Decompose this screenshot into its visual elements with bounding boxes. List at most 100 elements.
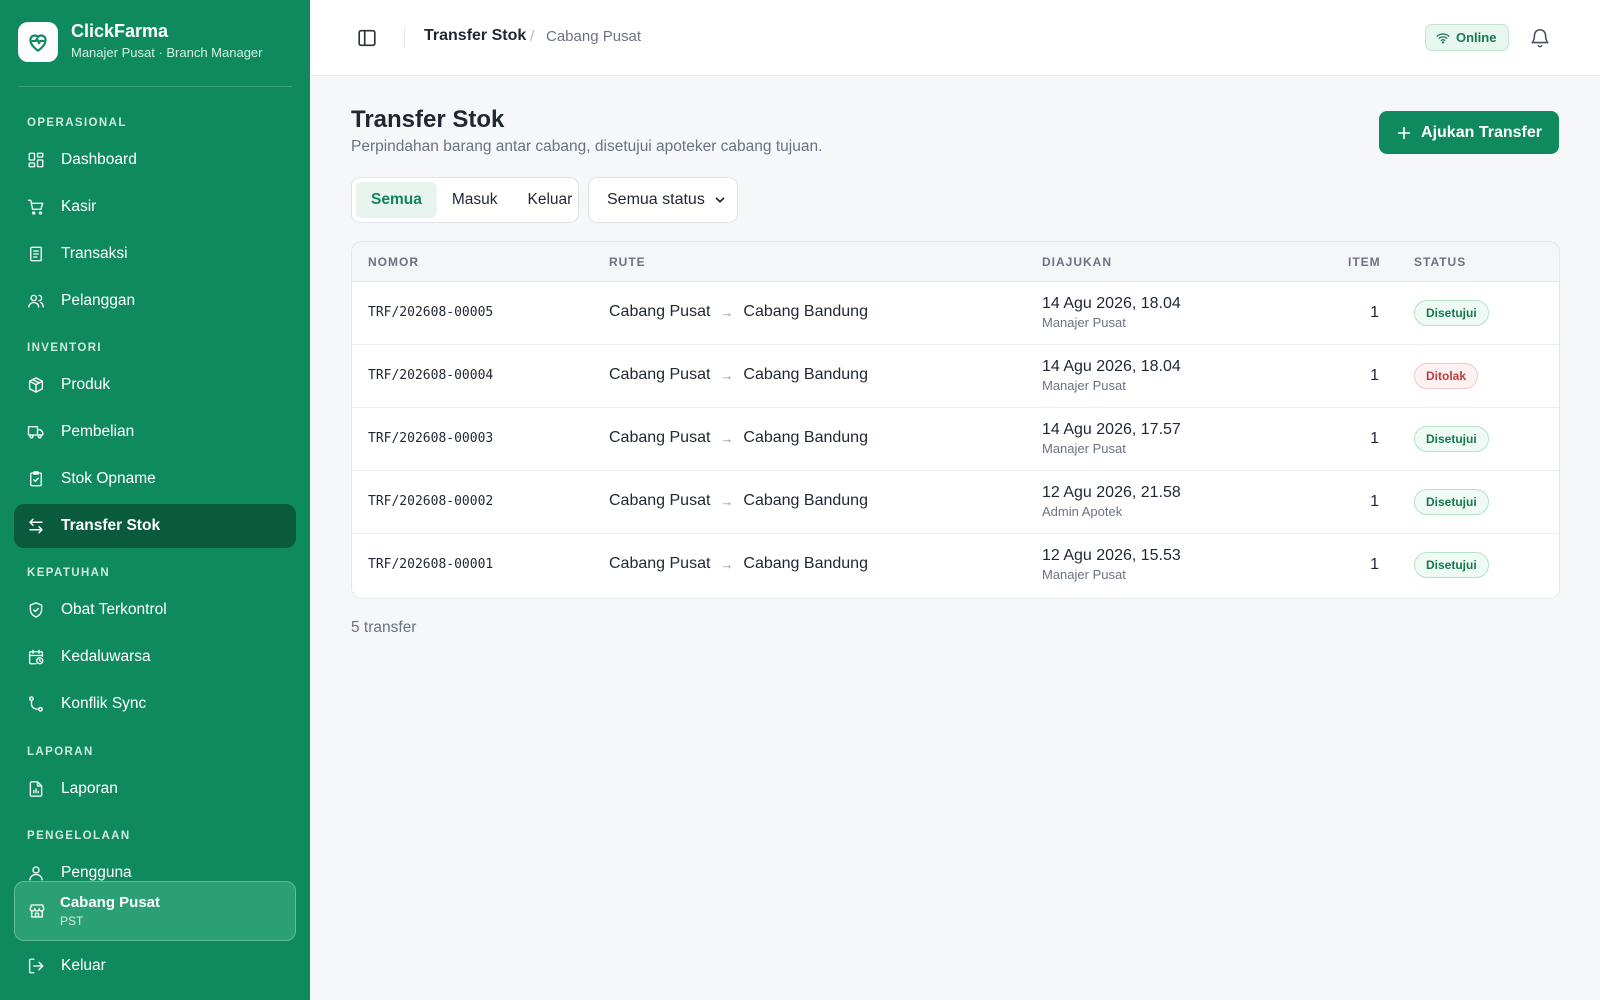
- divider: [404, 28, 405, 48]
- sidebar-item-label: Pelanggan: [61, 292, 136, 309]
- section-label-inventori: INVENTORI: [27, 342, 103, 354]
- table-row[interactable]: TRF/202608-00003 Cabang Pusat → Cabang Ban…: [352, 408, 1559, 471]
- plus-icon: [1397, 126, 1411, 139]
- sidebar-item-transfer-stok[interactable]: Transfer Stok: [14, 504, 296, 548]
- item-count: 1: [1370, 556, 1379, 573]
- transfer-route: Cabang Pusat → Cabang Bandung: [609, 429, 868, 447]
- arrow-right-icon: →: [720, 493, 734, 509]
- submitted-date: 14 Agu 2026, 18.04: [1042, 295, 1181, 312]
- transfer-submitted: 14 Agu 2026, 18.04 Manajer Pusat: [1042, 357, 1181, 395]
- sidebar-item-label: Kedaluwarsa: [61, 648, 151, 665]
- git-branch-icon: [29, 696, 43, 712]
- package-icon: [28, 377, 44, 393]
- transfer-number: TRF/202608-00003: [368, 431, 494, 446]
- breadcrumb-branch: Cabang Pusat: [546, 28, 642, 45]
- arrow-right-icon: →: [720, 367, 734, 383]
- table-row[interactable]: TRF/202608-00001 Cabang Pusat → Cabang Ban…: [352, 534, 1559, 597]
- item-count: 1: [1370, 493, 1379, 510]
- bell-icon: [1531, 29, 1549, 48]
- column-header-diajukan: DIAJUKAN: [1042, 255, 1113, 269]
- section-label-pengelolaan: PENGELOLAAN: [27, 830, 131, 842]
- result-count: 5 transfer: [351, 619, 417, 636]
- sidebar-item-laporan[interactable]: Laporan: [14, 767, 296, 811]
- panel-left-icon: [358, 29, 376, 47]
- sidebar-item-pembelian[interactable]: Pembelian: [14, 410, 296, 454]
- tab-masuk[interactable]: Masuk: [437, 182, 513, 218]
- sidebar-item-konflik-sync[interactable]: Konflik Sync: [14, 682, 296, 726]
- truck-icon: [27, 426, 44, 439]
- page-description: Perpindahan barang antar cabang, disetuj…: [351, 138, 823, 155]
- cart-icon: [27, 199, 44, 215]
- sidebar-item-stok-opname[interactable]: Stok Opname: [14, 457, 296, 501]
- status-filter-select[interactable]: Semua status: [588, 177, 738, 223]
- status-badge: Disetujui: [1414, 489, 1489, 515]
- chevron-down-icon: [715, 197, 725, 203]
- route-from: Cabang Pusat: [609, 555, 711, 572]
- transfer-route: Cabang Pusat → Cabang Bandung: [609, 303, 868, 321]
- status-badge: Disetujui: [1414, 552, 1489, 578]
- sidebar: ClickFarma Manajer Pusat · Branch Manage…: [0, 0, 310, 1000]
- sidebar-item-label: Konflik Sync: [61, 695, 147, 712]
- transfer-icon: [29, 518, 43, 534]
- table-row[interactable]: TRF/202608-00002 Cabang Pusat → Cabang Ban…: [352, 471, 1559, 534]
- sidebar-item-label: Kasir: [61, 198, 97, 215]
- route-from: Cabang Pusat: [609, 429, 711, 446]
- brand-name: ClickFarma: [71, 21, 169, 41]
- brand-subtitle: Manajer Pusat · Branch Manager: [71, 45, 263, 60]
- route-from: Cabang Pusat: [609, 492, 711, 509]
- transfer-route: Cabang Pusat → Cabang Bandung: [609, 366, 868, 384]
- route-from: Cabang Pusat: [609, 303, 711, 320]
- sidebar-item-label: Transfer Stok: [61, 517, 161, 534]
- sidebar-item-pelanggan[interactable]: Pelanggan: [14, 279, 296, 323]
- transfer-table: NOMOR RUTE DIAJUKAN ITEM STATUS TRF/2026…: [351, 241, 1560, 599]
- sidebar-toggle-button[interactable]: [356, 27, 378, 49]
- column-header-status: STATUS: [1414, 255, 1467, 269]
- transfer-route: Cabang Pusat → Cabang Bandung: [609, 492, 868, 510]
- logout-button[interactable]: Keluar: [14, 944, 296, 988]
- item-count: 1: [1370, 367, 1379, 384]
- submitted-date: 14 Agu 2026, 17.57: [1042, 421, 1181, 438]
- notifications-button[interactable]: [1529, 27, 1551, 49]
- heart-pulse-logo-icon: [18, 21, 58, 62]
- status-badge: Disetujui: [1414, 426, 1489, 452]
- topbar: Transfer Stok / Cabang Pusat Online: [310, 0, 1600, 76]
- wifi-icon: [1436, 32, 1450, 43]
- arrow-right-icon: →: [720, 304, 734, 320]
- table-row[interactable]: TRF/202608-00004 Cabang Pusat → Cabang Ban…: [352, 345, 1559, 408]
- item-count: 1: [1370, 430, 1379, 447]
- route-to: Cabang Bandung: [743, 492, 868, 509]
- route-to: Cabang Bandung: [743, 303, 868, 320]
- branch-switcher[interactable]: Cabang Pusat PST: [14, 881, 296, 941]
- route-to: Cabang Bandung: [743, 429, 868, 446]
- sidebar-item-kasir[interactable]: Kasir: [14, 185, 296, 229]
- ajukan-transfer-button[interactable]: Ajukan Transfer: [1379, 111, 1559, 154]
- section-label-operasional: OPERASIONAL: [27, 117, 127, 129]
- sidebar-item-kedaluwarsa[interactable]: Kedaluwarsa: [14, 635, 296, 679]
- sidebar-item-label: Produk: [61, 376, 111, 393]
- tab-semua[interactable]: Semua: [356, 182, 437, 218]
- store-icon: [29, 904, 45, 918]
- transfer-submitted: 14 Agu 2026, 17.57 Manajer Pusat: [1042, 420, 1181, 458]
- status-badge: Disetujui: [1414, 300, 1489, 326]
- dashboard-icon: [28, 152, 44, 168]
- tab-keluar[interactable]: Keluar: [513, 182, 588, 218]
- sidebar-item-dashboard[interactable]: Dashboard: [14, 138, 296, 182]
- direction-tabs: Semua Masuk Keluar: [351, 177, 579, 223]
- shield-icon: [29, 602, 43, 618]
- arrow-right-icon: →: [720, 556, 734, 572]
- transfer-number: TRF/202608-00002: [368, 494, 494, 509]
- table-row[interactable]: TRF/202608-00005 Cabang Pusat → Cabang Ban…: [352, 282, 1559, 345]
- calendar-clock-icon: [28, 649, 44, 665]
- submitted-by: Manajer Pusat: [1042, 567, 1126, 582]
- submitted-by: Admin Apotek: [1042, 504, 1123, 519]
- sidebar-item-transaksi[interactable]: Transaksi: [14, 232, 296, 276]
- sidebar-item-produk[interactable]: Produk: [14, 363, 296, 407]
- sidebar-item-label: Transaksi: [61, 245, 128, 262]
- sidebar-item-obat-terkontrol[interactable]: Obat Terkontrol: [14, 588, 296, 632]
- submitted-by: Manajer Pusat: [1042, 378, 1126, 393]
- column-header-nomor: NOMOR: [368, 255, 419, 269]
- submitted-date: 12 Agu 2026, 21.58: [1042, 484, 1181, 501]
- clipboard-check-icon: [30, 471, 42, 487]
- user-icon: [29, 866, 43, 881]
- branch-name: Cabang Pusat: [60, 893, 161, 911]
